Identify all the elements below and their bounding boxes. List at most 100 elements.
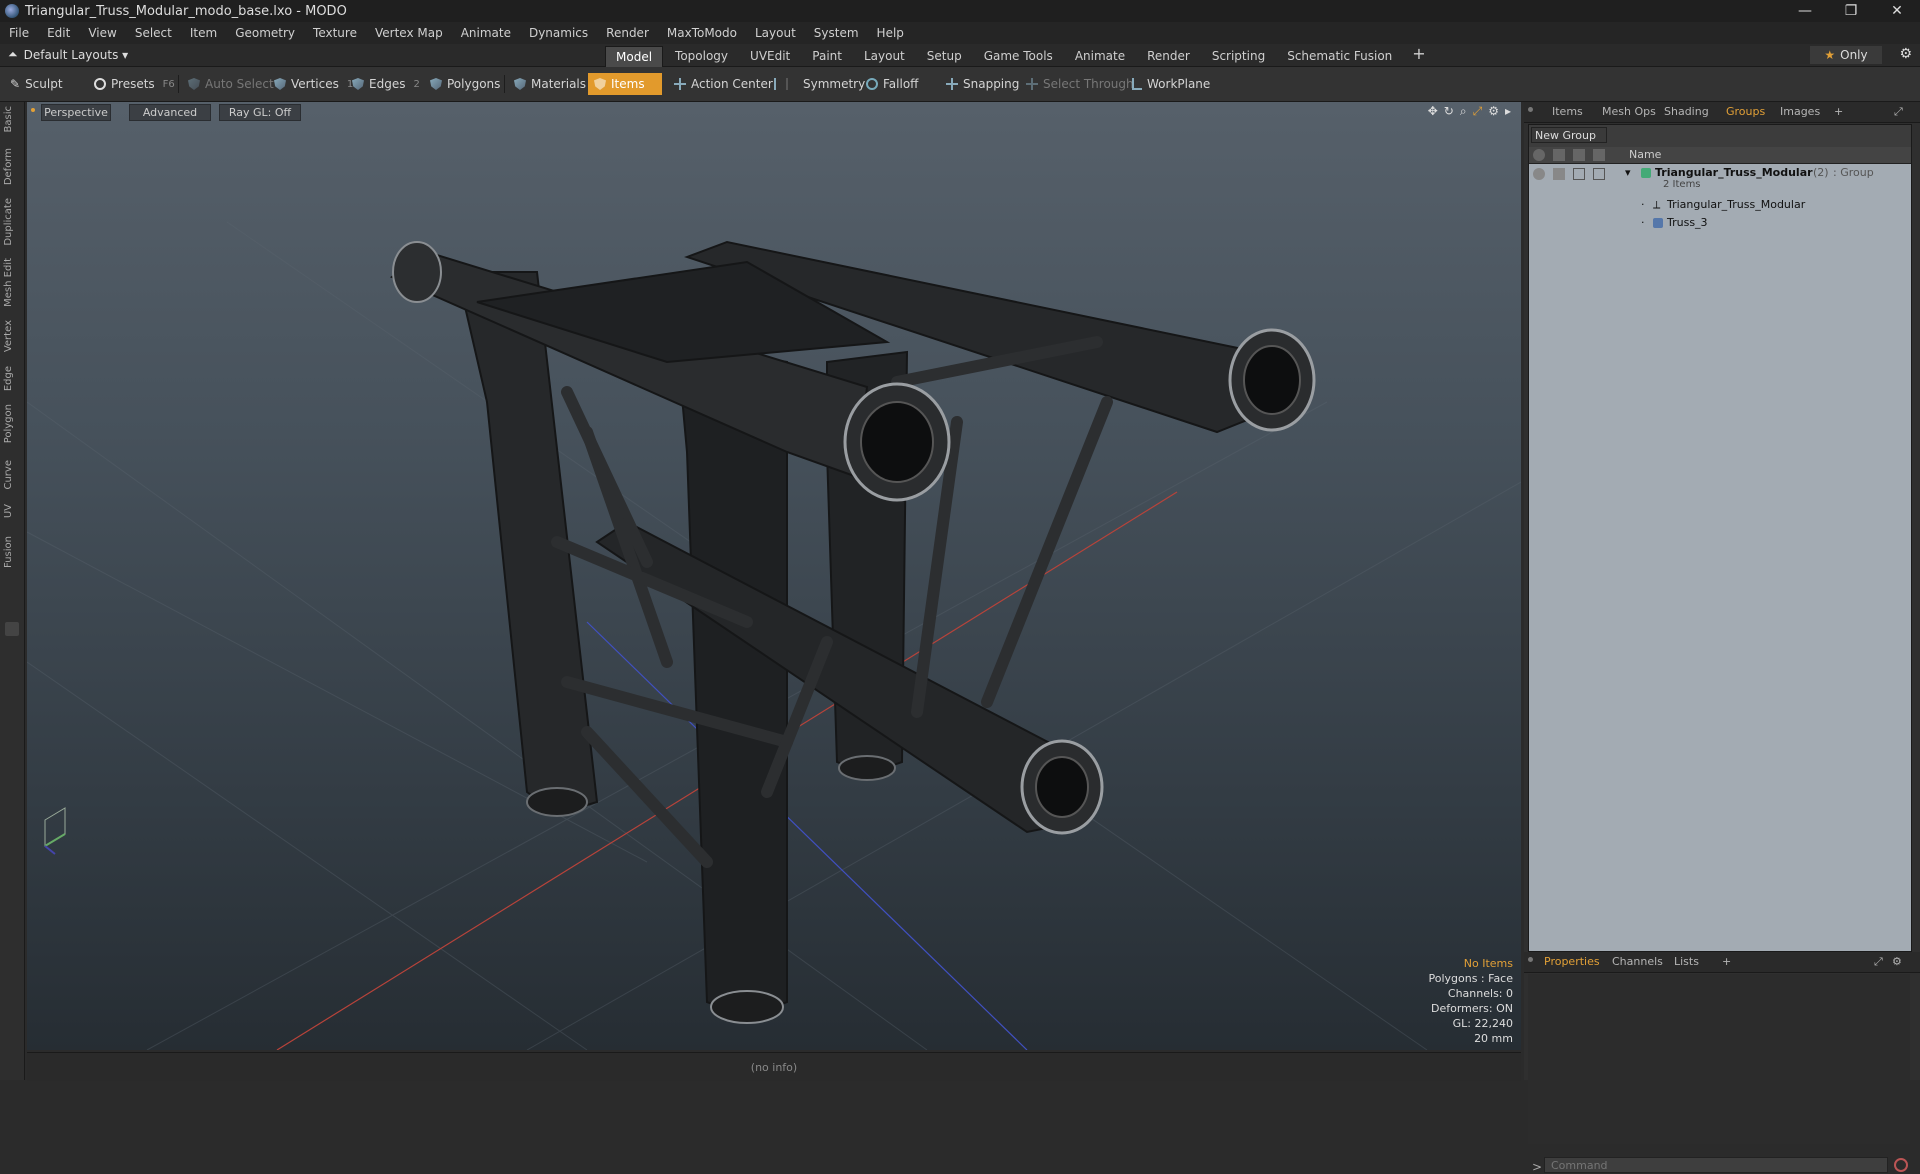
close-button[interactable]: ✕ xyxy=(1874,0,1920,22)
strip-tab-fusion[interactable]: Fusion xyxy=(3,536,14,568)
menu-edit[interactable]: Edit xyxy=(38,26,79,40)
3d-viewport[interactable]: Perspective Advanced Ray GL: Off ✥ ↻ ⌕ ⤢… xyxy=(27,102,1521,1050)
view-type-button[interactable]: Perspective xyxy=(41,104,111,121)
strip-tab-basic[interactable]: Basic xyxy=(3,106,14,132)
name-column-header[interactable]: Name xyxy=(1629,148,1661,161)
add-lower-tab-icon[interactable]: + xyxy=(1722,955,1731,968)
strip-tab-curve[interactable]: Curve xyxy=(3,460,14,490)
menu-maxtomodo[interactable]: MaxToModo xyxy=(658,26,746,40)
header-render-icon[interactable] xyxy=(1553,149,1565,161)
shading-mode-button[interactable]: Advanced xyxy=(129,104,211,121)
menu-render[interactable]: Render xyxy=(597,26,658,40)
raygl-button[interactable]: Ray GL: Off xyxy=(219,104,301,121)
items-button[interactable]: Items xyxy=(588,73,662,95)
select-through-button[interactable]: Select Through xyxy=(1020,73,1140,95)
strip-tab-polygon[interactable]: Polygon xyxy=(3,404,14,443)
tab-topology[interactable]: Topology xyxy=(665,46,738,66)
tab-paint[interactable]: Paint xyxy=(802,46,852,66)
add-panel-tab-icon[interactable]: + xyxy=(1834,105,1843,118)
strip-tab-edge[interactable]: Edge xyxy=(3,366,14,391)
tab-scripting[interactable]: Scripting xyxy=(1202,46,1275,66)
menu-file[interactable]: File xyxy=(0,26,38,40)
viewport-more-icon[interactable]: ▸ xyxy=(1505,104,1511,119)
expand-panel-icon[interactable]: ⤢ xyxy=(1894,105,1903,119)
materials-button[interactable]: Materials xyxy=(508,73,592,95)
tab-items[interactable]: Items xyxy=(1552,105,1583,118)
lower-expand-icon[interactable]: ⤢ xyxy=(1874,955,1883,969)
menu-help[interactable]: Help xyxy=(868,26,913,40)
lower-gear-icon[interactable]: ⚙ xyxy=(1892,955,1902,968)
polygons-button[interactable]: Polygons xyxy=(424,73,506,95)
command-input[interactable] xyxy=(1544,1157,1888,1173)
zoom-icon[interactable]: ⌕ xyxy=(1460,104,1467,119)
root-render-icon[interactable] xyxy=(1553,168,1565,180)
tab-model[interactable]: Model xyxy=(605,46,664,69)
menu-system[interactable]: System xyxy=(805,26,868,40)
tab-channels[interactable]: Channels xyxy=(1612,955,1663,968)
gear-icon[interactable]: ⚙ xyxy=(1899,46,1912,62)
header-select-icon[interactable] xyxy=(1593,149,1605,161)
auto-select-button[interactable]: Auto Select xyxy=(182,73,280,95)
strip-tab-vertex[interactable]: Vertex xyxy=(3,320,14,352)
strip-tab-mesh-edit[interactable]: Mesh Edit xyxy=(3,258,14,307)
sculpt-button[interactable]: ✎ Sculpt xyxy=(4,73,69,95)
layout-selector[interactable]: ⏶ Default Layouts ▾ xyxy=(8,47,128,62)
group-row-child[interactable]: · ⟂ Triangular_Truss_Modular xyxy=(1529,198,1911,214)
strip-collapse-icon[interactable] xyxy=(5,622,19,636)
tab-shading[interactable]: Shading xyxy=(1664,105,1709,118)
group-row-root[interactable]: ▾ Triangular_Truss_Modular (2) : Group 2… xyxy=(1529,166,1911,192)
strip-tab-duplicate[interactable]: Duplicate xyxy=(3,198,14,246)
panel-menu-dot-icon[interactable] xyxy=(1528,107,1533,112)
tab-uvedit[interactable]: UVEdit xyxy=(740,46,800,66)
tab-lists[interactable]: Lists xyxy=(1674,955,1699,968)
presets-button[interactable]: Presets F6 xyxy=(88,73,181,95)
menu-vertex-map[interactable]: Vertex Map xyxy=(366,26,452,40)
workplane-button[interactable]: WorkPlane xyxy=(1126,73,1216,95)
snapping-button[interactable]: Snapping xyxy=(940,73,1025,95)
fit-icon[interactable]: ⤢ xyxy=(1473,104,1483,119)
tab-game-tools[interactable]: Game Tools xyxy=(974,46,1063,66)
maximize-button[interactable]: ❐ xyxy=(1828,0,1874,22)
tab-animate[interactable]: Animate xyxy=(1065,46,1135,66)
menu-animate[interactable]: Animate xyxy=(452,26,520,40)
tab-groups[interactable]: Groups xyxy=(1726,105,1765,118)
menu-texture[interactable]: Texture xyxy=(304,26,366,40)
tab-schematic-fusion[interactable]: Schematic Fusion xyxy=(1277,46,1402,66)
falloff-button[interactable]: Falloff xyxy=(860,73,924,95)
tab-layout[interactable]: Layout xyxy=(854,46,915,66)
tab-setup[interactable]: Setup xyxy=(917,46,972,66)
command-history-icon[interactable] xyxy=(1894,1158,1908,1172)
viewport-gear-icon[interactable]: ⚙ xyxy=(1488,104,1499,119)
tab-properties[interactable]: Properties xyxy=(1544,955,1600,968)
tab-render[interactable]: Render xyxy=(1137,46,1200,66)
strip-tab-uv[interactable]: UV xyxy=(3,504,14,518)
lower-panel-menu-dot-icon[interactable] xyxy=(1528,957,1533,962)
rotate-icon[interactable]: ↻ xyxy=(1444,104,1454,119)
symmetry-button[interactable]: Symmetry xyxy=(768,73,871,95)
tab-images[interactable]: Images xyxy=(1780,105,1820,118)
tab-mesh-ops[interactable]: Mesh Ops xyxy=(1602,105,1656,118)
header-eye-icon[interactable] xyxy=(1533,149,1545,161)
minimize-button[interactable]: — xyxy=(1782,0,1828,22)
add-tab-icon[interactable]: + xyxy=(1404,46,1433,62)
only-toggle[interactable]: ★ Only xyxy=(1810,46,1882,64)
edges-button[interactable]: Edges 2 xyxy=(346,73,426,95)
menu-select[interactable]: Select xyxy=(126,26,181,40)
root-eye-icon[interactable] xyxy=(1533,168,1545,180)
root-select-icon[interactable] xyxy=(1593,168,1605,180)
group-row-child[interactable]: · Truss_3 xyxy=(1529,216,1911,232)
truss-model[interactable] xyxy=(389,240,1316,1024)
menu-item[interactable]: Item xyxy=(181,26,226,40)
header-lock-icon[interactable] xyxy=(1573,149,1585,161)
menu-dynamics[interactable]: Dynamics xyxy=(520,26,597,40)
root-lock-icon[interactable] xyxy=(1573,168,1585,180)
pan-icon[interactable]: ✥ xyxy=(1428,104,1438,119)
viewport-menu-dot-icon[interactable] xyxy=(31,108,35,112)
menu-view[interactable]: View xyxy=(79,26,125,40)
collapse-icon[interactable]: ▾ xyxy=(1625,166,1631,179)
new-group-button[interactable]: New Group xyxy=(1531,127,1607,143)
menu-geometry[interactable]: Geometry xyxy=(226,26,304,40)
strip-tab-deform[interactable]: Deform xyxy=(3,148,14,185)
action-center-button[interactable]: Action Center xyxy=(668,73,779,95)
menu-layout[interactable]: Layout xyxy=(746,26,805,40)
